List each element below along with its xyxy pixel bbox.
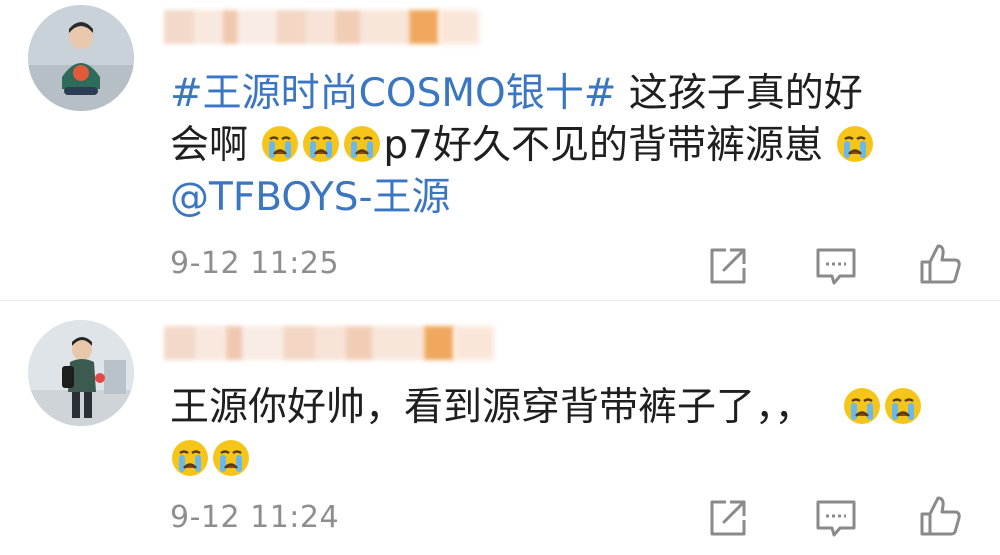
share-icon xyxy=(710,500,746,536)
divider xyxy=(0,300,1000,301)
comment-text: 王源你好帅，看到源穿背带裤子了，， xyxy=(170,382,924,486)
comment-icon xyxy=(816,500,856,537)
crying-face-icon xyxy=(211,438,251,478)
crying-face-icon xyxy=(342,124,382,164)
comment-text: #王源时尚COSMO银十# 这孩子真的好 会啊 p7好久不见的背带裤源崽 @TF… xyxy=(170,68,876,224)
like-button[interactable] xyxy=(916,240,964,288)
avatar[interactable] xyxy=(28,5,134,111)
avatar[interactable] xyxy=(28,320,134,426)
crying-face-icon xyxy=(842,386,882,426)
like-icon xyxy=(920,496,961,536)
crying-face-icon xyxy=(835,124,875,164)
comment-text-line2-b: p7好久不见的背带裤源崽 xyxy=(383,123,823,168)
comment-button[interactable] xyxy=(812,494,860,542)
share-button[interactable] xyxy=(704,242,752,290)
like-button[interactable] xyxy=(916,492,964,540)
like-icon xyxy=(920,244,961,284)
comment-text-line2-a: 会啊 xyxy=(170,123,249,168)
username[interactable] xyxy=(164,326,494,360)
mention-link[interactable]: @TFBOYS-王源 xyxy=(170,175,451,220)
timestamp: 9-12 11:25 xyxy=(170,246,340,281)
crying-face-icon xyxy=(301,124,341,164)
share-button[interactable] xyxy=(704,494,752,542)
share-icon xyxy=(710,248,746,284)
comment-text-line1: 这孩子真的好 xyxy=(616,71,863,116)
comment-button[interactable] xyxy=(812,242,860,290)
hashtag-link[interactable]: #王源时尚COSMO银十# xyxy=(170,71,616,116)
timestamp: 9-12 11:24 xyxy=(170,500,340,535)
crying-face-icon xyxy=(170,438,210,478)
crying-face-icon xyxy=(883,386,923,426)
crying-face-icon xyxy=(260,124,300,164)
comment-text-line1: 王源你好帅，看到源穿背带裤子了，， xyxy=(170,385,814,430)
username[interactable] xyxy=(164,10,479,44)
comment-icon xyxy=(816,248,856,285)
